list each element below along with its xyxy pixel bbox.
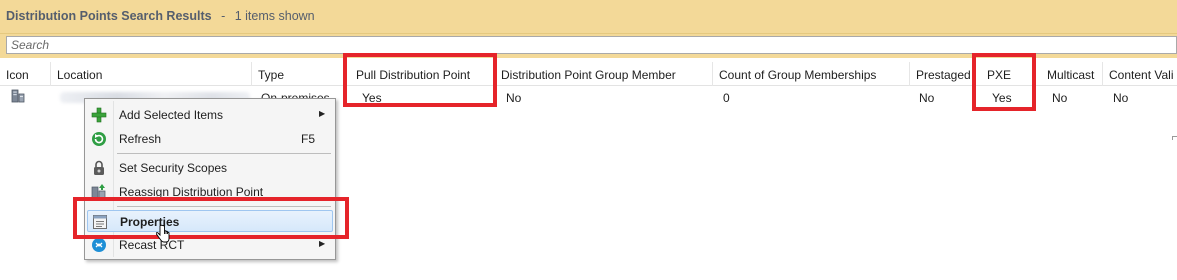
results-title: Distribution Points Search Results bbox=[6, 9, 212, 23]
column-header-multicast[interactable]: Multicast bbox=[1041, 62, 1103, 86]
highlight-pxe bbox=[972, 53, 1036, 111]
recast-icon bbox=[92, 238, 106, 252]
search-results-window: Distribution Points Search Results - 1 i… bbox=[0, 0, 1177, 280]
submenu-arrow-icon: ▶ bbox=[319, 109, 326, 118]
menu-item-shortcut: F5 bbox=[301, 132, 316, 146]
column-header-content-validation[interactable]: Content Vali bbox=[1103, 62, 1177, 86]
submenu-arrow-icon: ▶ bbox=[319, 239, 326, 248]
scroll-edge-marker bbox=[1172, 136, 1177, 140]
results-title-bar: Distribution Points Search Results - 1 i… bbox=[0, 0, 1177, 34]
menu-item-label: Set Security Scopes bbox=[119, 161, 228, 175]
results-separator: - bbox=[221, 9, 226, 23]
menu-item-set-security-scopes[interactable]: Set Security Scopes bbox=[87, 157, 333, 179]
column-header-prestaged[interactable]: Prestaged bbox=[910, 62, 975, 86]
menu-item-refresh[interactable]: Refresh F5 bbox=[87, 128, 333, 150]
lock-icon bbox=[94, 160, 104, 175]
column-header-location[interactable]: Location bbox=[51, 62, 252, 86]
cell-group-memberships: 0 bbox=[723, 91, 730, 105]
cell-prestaged: No bbox=[919, 91, 935, 105]
column-header-icon[interactable]: Icon bbox=[0, 62, 51, 86]
cell-group-member: No bbox=[506, 91, 522, 105]
column-header-type[interactable]: Type bbox=[252, 62, 344, 86]
menu-item-label: Add Selected Items bbox=[119, 108, 224, 122]
menu-item-label: Recast RCT bbox=[119, 238, 185, 252]
highlight-pull-distribution-point bbox=[343, 53, 497, 107]
search-input[interactable] bbox=[6, 36, 1177, 54]
cell-content-validation: No bbox=[1113, 91, 1129, 105]
add-icon bbox=[91, 107, 107, 123]
highlight-properties bbox=[73, 197, 349, 239]
server-icon bbox=[11, 89, 25, 103]
menu-item-add-selected-items[interactable]: Add Selected Items ▶ bbox=[87, 104, 333, 126]
hand-cursor-icon bbox=[156, 225, 170, 243]
column-header-group-member[interactable]: Distribution Point Group Member bbox=[495, 62, 713, 86]
results-count: 1 items shown bbox=[234, 9, 315, 23]
menu-separator bbox=[117, 153, 331, 154]
refresh-icon bbox=[92, 132, 106, 146]
menu-item-label: Refresh bbox=[119, 132, 162, 146]
column-header-group-memberships[interactable]: Count of Group Memberships bbox=[713, 62, 910, 86]
cell-multicast: No bbox=[1052, 91, 1068, 105]
